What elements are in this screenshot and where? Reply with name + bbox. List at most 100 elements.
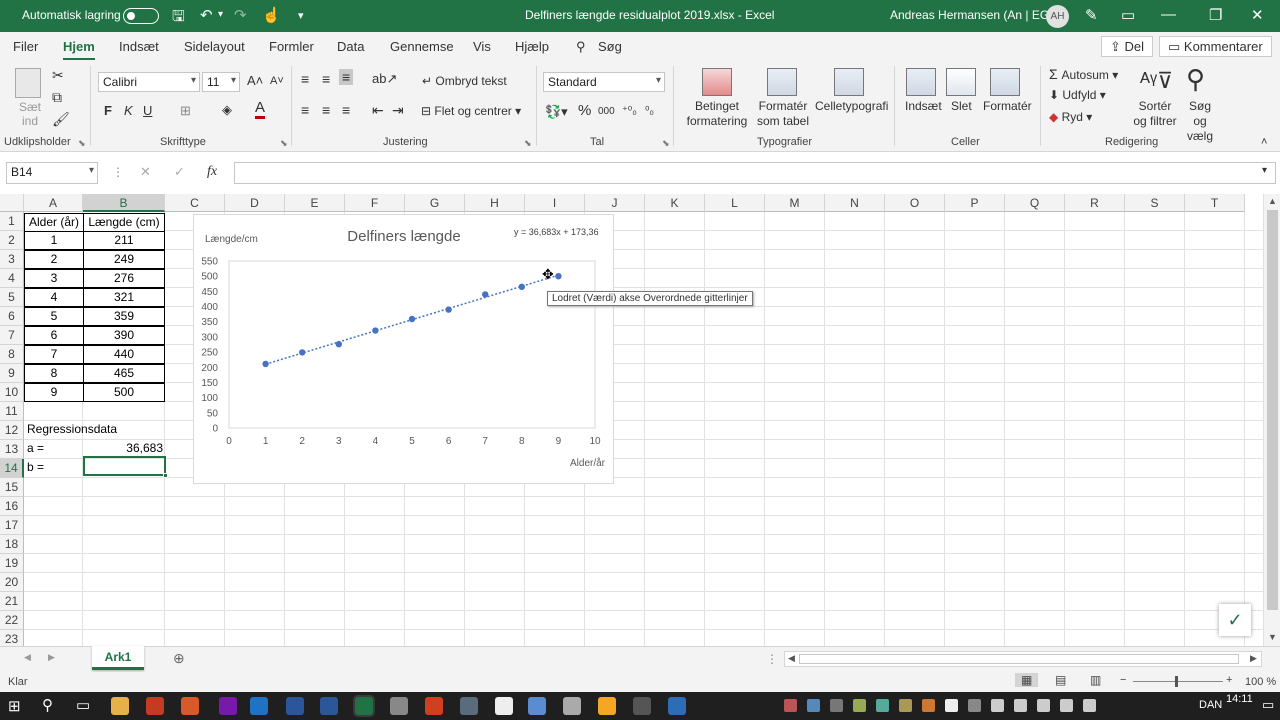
- increase-decimal-icon[interactable]: ⁺⁰₀: [622, 104, 637, 117]
- row-header-19[interactable]: 19: [0, 554, 24, 573]
- fill-handle[interactable]: [163, 473, 168, 478]
- app-icon[interactable]: [390, 697, 408, 715]
- age-cell[interactable]: 8: [24, 364, 84, 383]
- length-cell[interactable]: 440: [83, 345, 165, 364]
- delete-cells-icon[interactable]: [946, 68, 976, 96]
- column-header-g[interactable]: G: [405, 194, 465, 212]
- italic-button[interactable]: K: [124, 103, 133, 118]
- onenote-icon[interactable]: [219, 697, 237, 715]
- chrome-icon[interactable]: [528, 697, 546, 715]
- cell-styles-button[interactable]: Celletypografi: [815, 99, 888, 113]
- zoom-out-icon[interactable]: −: [1120, 674, 1126, 686]
- conditional-formatting-icon[interactable]: [702, 68, 732, 96]
- data-point[interactable]: [555, 272, 562, 280]
- wifi-icon[interactable]: [1037, 699, 1050, 712]
- format-painter-icon[interactable]: 🖌: [52, 111, 70, 128]
- notifications-icon[interactable]: ▭: [1262, 697, 1274, 713]
- font-name-select[interactable]: Calibri: [98, 72, 200, 92]
- column-header-a[interactable]: A: [24, 194, 83, 212]
- minimize-icon[interactable]: —: [1161, 6, 1176, 23]
- row-header-5[interactable]: 5: [0, 288, 24, 307]
- formula-input[interactable]: [234, 162, 1276, 184]
- pen-icon[interactable]: ✎: [1085, 6, 1098, 24]
- format-as-table-button[interactable]: Formatér som tabel: [754, 99, 812, 129]
- trendline-label[interactable]: y = 36,683x + 173,36: [514, 227, 599, 237]
- expand-formula-icon[interactable]: ▾: [1262, 165, 1267, 176]
- battery-icon[interactable]: [991, 699, 1004, 712]
- autosave-toggle[interactable]: [123, 8, 159, 24]
- collapse-ribbon-icon[interactable]: ˄: [1261, 136, 1267, 148]
- tab-file[interactable]: Filer: [13, 39, 38, 54]
- format-table-icon[interactable]: [767, 68, 797, 96]
- app-icon[interactable]: [425, 697, 443, 715]
- row-header-18[interactable]: 18: [0, 535, 24, 554]
- tray-icon[interactable]: [945, 699, 958, 712]
- increase-indent-icon[interactable]: ⇥: [392, 102, 404, 119]
- name-box[interactable]: B14: [6, 162, 98, 184]
- row-header-4[interactable]: 4: [0, 269, 24, 288]
- tab-insert[interactable]: Indsæt: [119, 39, 159, 54]
- row-header-2[interactable]: 2: [0, 231, 24, 250]
- avatar[interactable]: AH: [1046, 5, 1069, 28]
- number-format-select[interactable]: Standard: [543, 72, 665, 92]
- length-cell[interactable]: 211: [83, 231, 165, 250]
- checkmark-icon[interactable]: ✓: [1219, 604, 1251, 636]
- row-header-16[interactable]: 16: [0, 497, 24, 516]
- select-all-corner[interactable]: [0, 194, 24, 212]
- language-indicator[interactable]: DAN: [1199, 699, 1222, 711]
- windows-start-icon[interactable]: ⊞: [8, 697, 21, 715]
- header-length[interactable]: Længde (cm): [83, 213, 165, 232]
- zoom-slider-thumb[interactable]: [1175, 676, 1178, 687]
- row-header-12[interactable]: 12: [0, 421, 24, 440]
- tray-icon[interactable]: [922, 699, 935, 712]
- app-icon[interactable]: [633, 697, 651, 715]
- row-header-11[interactable]: 11: [0, 402, 24, 421]
- task-view-icon[interactable]: ▭: [76, 696, 90, 714]
- length-cell[interactable]: 276: [83, 269, 165, 288]
- data-point[interactable]: [482, 291, 489, 298]
- length-cell[interactable]: 359: [83, 307, 165, 326]
- word-icon[interactable]: [286, 697, 304, 715]
- zoom-level[interactable]: 100 %: [1245, 676, 1276, 688]
- cell-styles-icon[interactable]: [834, 68, 864, 96]
- column-header-h[interactable]: H: [465, 194, 525, 212]
- undo-icon[interactable]: ↶: [200, 6, 213, 24]
- column-header-j[interactable]: J: [585, 194, 645, 212]
- column-header-c[interactable]: C: [165, 194, 225, 212]
- wrap-text-button[interactable]: ↵ Ombryd tekst: [422, 74, 507, 88]
- age-cell[interactable]: 9: [24, 383, 84, 402]
- bold-button[interactable]: F: [104, 103, 112, 118]
- accounting-icon[interactable]: 💱▾: [545, 104, 568, 120]
- column-header-k[interactable]: K: [645, 194, 705, 212]
- tabs-split-icon[interactable]: ⋮: [766, 652, 778, 666]
- tray-icon[interactable]: [968, 699, 981, 712]
- save-icon[interactable]: 🖫: [172, 6, 185, 31]
- touch-mode-icon[interactable]: ☝: [262, 6, 281, 24]
- decrease-indent-icon[interactable]: ⇤: [372, 102, 384, 119]
- close-icon[interactable]: ✕: [1251, 6, 1264, 24]
- tray-icon[interactable]: [899, 699, 912, 712]
- number-launcher-icon[interactable]: ⬊: [662, 138, 670, 149]
- percent-button[interactable]: %: [578, 102, 591, 119]
- column-header-n[interactable]: N: [825, 194, 885, 212]
- column-header-r[interactable]: R: [1065, 194, 1125, 212]
- calculator-icon[interactable]: [495, 697, 513, 715]
- tab-home[interactable]: Hjem: [63, 39, 95, 60]
- excel-icon[interactable]: [353, 695, 375, 717]
- merge-center-button[interactable]: ⊟ Flet og centrer ▾: [421, 104, 521, 118]
- align-top-icon[interactable]: ≡: [301, 71, 309, 87]
- tray-icon[interactable]: [807, 699, 820, 712]
- age-cell[interactable]: 5: [24, 307, 84, 326]
- font-size-select[interactable]: 11: [202, 72, 240, 92]
- a-label[interactable]: a =: [27, 439, 44, 457]
- bluetooth-icon[interactable]: [1014, 699, 1027, 712]
- tray-icon[interactable]: [830, 699, 843, 712]
- grow-font-icon[interactable]: A˄: [247, 73, 263, 88]
- length-cell[interactable]: 321: [83, 288, 165, 307]
- tab-help[interactable]: Hjælp: [515, 39, 549, 54]
- column-header-d[interactable]: D: [225, 194, 285, 212]
- undo-dropdown-icon[interactable]: ▾: [218, 9, 223, 20]
- column-header-e[interactable]: E: [285, 194, 345, 212]
- tray-icon[interactable]: [853, 699, 866, 712]
- prev-sheet-icon[interactable]: ◀: [24, 652, 31, 663]
